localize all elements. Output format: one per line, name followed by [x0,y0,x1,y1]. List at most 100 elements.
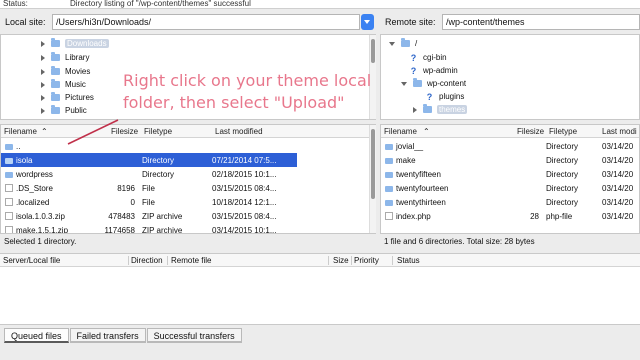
expand-arrow-icon[interactable] [41,107,45,114]
file-icon [385,212,393,220]
scrollbar-thumb[interactable] [371,129,375,199]
tab-queued-files[interactable]: Queued files [4,328,69,343]
folder-icon [51,66,60,75]
cell-filetype: ZIP archive [142,212,183,221]
tree-label: Library [65,53,90,62]
sort-ascending-icon: ⌃ [41,127,48,136]
col-last-modified[interactable]: Last modi [602,127,637,136]
expand-arrow-icon[interactable] [41,81,45,88]
file-icon [5,212,13,220]
unknown-folder-icon: ? [426,91,433,102]
cell-filetype: Directory [546,170,579,179]
expand-arrow-icon[interactable] [41,94,45,101]
local-path-dropdown[interactable] [361,14,374,30]
table-row[interactable]: .. [1,139,375,153]
folder-icon [413,78,422,87]
unknown-folder-icon: ? [410,52,417,63]
file-icon [5,226,13,233]
table-row[interactable]: twentythirteen Directory 03/14/20 [381,195,639,209]
tree-item-library[interactable]: Library [41,51,89,64]
cell-filetype: Directory [546,142,579,151]
col-server-local-file[interactable]: Server/Local file [3,256,60,265]
tree-item-public[interactable]: Public [41,104,87,117]
col-filetype[interactable]: Filetype [549,127,577,136]
tree-item-themes[interactable]: themes [413,103,468,116]
table-row[interactable]: make.1.5.1.zip 1174658 ZIP archive 03/14/20… [1,223,375,234]
cell-filetype: Directory [142,170,175,179]
remote-path-input[interactable]: /wp-content/themes [442,14,640,30]
scrollbar-thumb[interactable] [371,39,375,63]
collapse-arrow-icon[interactable] [401,81,407,86]
cell-last-modified: 03/15/2015 08:4... [212,184,277,193]
col-filename[interactable]: Filename [384,127,417,136]
col-filesize[interactable]: Filesize [517,127,544,136]
expand-arrow-icon[interactable] [413,106,417,113]
cell-filesize: 28 [530,212,539,221]
cell-filetype: File [142,198,155,207]
expand-arrow-icon[interactable] [41,54,45,61]
col-size[interactable]: Size [333,256,349,265]
folder-icon [385,186,393,192]
col-filename[interactable]: Filename [4,127,37,136]
file-icon [5,198,13,206]
tree-item-movies[interactable]: Movies [41,65,90,78]
folder-icon [5,144,13,150]
cell-filetype: Directory [142,156,175,165]
table-row[interactable]: index.php 28 php-file 03/14/20 [381,209,639,223]
table-row[interactable]: isola Directory 07/21/2014 07:5... [1,153,297,167]
expand-arrow-icon[interactable] [41,68,45,75]
collapse-arrow-icon[interactable] [389,41,395,46]
cell-filetype: Directory [546,156,579,165]
cell-filetype: Directory [546,184,579,193]
folder-icon [51,105,60,114]
tree-item-cgi-bin[interactable]: ? cgi-bin [409,51,447,64]
tree-item-downloads[interactable]: Downloads [41,37,109,50]
expand-arrow-icon[interactable] [41,40,45,47]
table-row[interactable]: twentyfifteen Directory 03/14/20 [381,167,639,181]
cell-last-modified: 03/14/2015 10:1... [212,226,277,234]
col-last-modified[interactable]: Last modified [215,127,263,136]
table-row[interactable]: isola.1.0.3.zip 478483 ZIP archive 03/15/20… [1,209,375,223]
cell-filename: .DS_Store [16,184,53,193]
cell-last-modified: 07/21/2014 07:5... [212,156,277,165]
cell-filename: twentyfifteen [396,170,441,179]
table-row[interactable]: jovial__ Directory 03/14/20 [381,139,639,153]
cell-last-modified: 03/14/20 [602,142,634,151]
table-row[interactable]: .localized 0 File 10/18/2014 12:1... [1,195,375,209]
local-list-scrollbar[interactable] [369,125,376,233]
cell-last-modified: 02/18/2015 10:1... [212,170,277,179]
folder-icon [385,200,393,206]
col-direction[interactable]: Direction [131,256,163,265]
table-row[interactable]: make Directory 03/14/20 [381,153,639,167]
table-row[interactable]: twentyfourteen Directory 03/14/20 [381,181,639,195]
tab-successful-transfers[interactable]: Successful transfers [146,328,242,343]
cell-filename: make.1.5.1.zip [16,226,69,234]
cell-filesize: 8196 [117,184,135,193]
sort-ascending-icon: ⌃ [423,127,430,136]
tree-label: Pictures [65,93,94,102]
cell-filename: make [396,156,416,165]
folder-icon [5,172,13,178]
table-row[interactable]: wordpress Directory 02/18/2015 10:1... [1,167,375,181]
cell-last-modified: 03/14/20 [602,156,634,165]
folder-icon [385,158,393,164]
tree-item-wp-content[interactable]: wp-content [401,77,466,90]
cell-filetype: php-file [546,212,573,221]
column-divider [328,256,329,265]
remote-summary: 1 file and 6 directories. Total size: 28… [384,237,535,246]
tree-item-plugins[interactable]: ? plugins [425,90,465,103]
cell-filetype: Directory [546,198,579,207]
cell-filename: wordpress [16,170,53,179]
local-path-input[interactable]: /Users/hi3n/Downloads/ [52,14,360,30]
col-priority[interactable]: Priority [354,256,379,265]
status-message: Directory listing of "/wp-content/themes… [70,0,251,8]
col-status[interactable]: Status [397,256,420,265]
tree-item-wp-admin[interactable]: ? wp-admin [409,64,458,77]
tab-failed-transfers[interactable]: Failed transfers [69,328,146,343]
tree-item-music[interactable]: Music [41,78,86,91]
tree-item-pictures[interactable]: Pictures [41,91,94,104]
tree-item-root[interactable]: / [389,37,417,50]
col-remote-file[interactable]: Remote file [171,256,211,265]
table-row[interactable]: .DS_Store 8196 File 03/15/2015 08:4... [1,181,375,195]
col-filetype[interactable]: Filetype [144,127,172,136]
